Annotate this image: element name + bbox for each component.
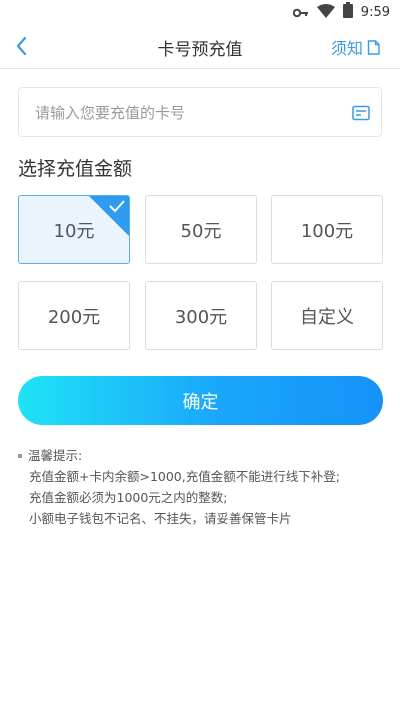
amount-option-300[interactable]: 300元: [145, 281, 257, 350]
amount-label: 300元: [174, 306, 228, 328]
amount-section-title: 选择充值金额: [18, 158, 133, 180]
wifi-icon: [316, 3, 335, 22]
document-icon: [367, 39, 380, 55]
confirm-button[interactable]: 确定: [18, 376, 383, 425]
tips-title: 温馨提示:: [28, 448, 83, 463]
vpn-key-icon: [292, 3, 309, 22]
notice-label: 须知: [330, 39, 363, 58]
amount-option-200[interactable]: 200元: [18, 281, 130, 350]
tips-line: 小额电子钱包不记名、不挂失，请妥善保管卡片: [29, 511, 292, 526]
amount-label: 自定义: [300, 306, 354, 328]
amount-label: 100元: [300, 220, 354, 242]
amount-option-10[interactable]: 10元: [18, 195, 130, 264]
amount-label: 200元: [47, 306, 101, 328]
amount-option-100[interactable]: 100元: [271, 195, 383, 264]
amount-option-custom[interactable]: 自定义: [271, 281, 383, 350]
tips-header: 温馨提示:: [18, 445, 388, 466]
notice-button[interactable]: 须知: [331, 35, 380, 59]
tips-section: 温馨提示: 充值金额+卡内余额>1000,充值金额不能进行线下补登; 充值金额必…: [18, 445, 388, 529]
tips-line: 充值金额必须为1000元之内的整数;: [29, 490, 228, 505]
card-number-input[interactable]: [33, 88, 337, 138]
bullet-icon: [18, 453, 22, 458]
status-icons: 9:59: [292, 2, 390, 22]
status-time: 9:59: [360, 4, 390, 20]
tips-line: 充值金额+卡内余额>1000,充值金额不能进行线下补登;: [29, 469, 340, 484]
card-number-field[interactable]: [18, 87, 382, 138]
battery-icon: [342, 2, 353, 22]
card-icon[interactable]: [352, 104, 370, 122]
amount-option-50[interactable]: 50元: [145, 195, 257, 264]
status-bar: 9:59: [0, 0, 400, 24]
checkmark-icon: [109, 200, 125, 213]
amount-label: 50元: [180, 220, 222, 242]
nav-bar: 卡号预充值 须知: [0, 24, 400, 69]
